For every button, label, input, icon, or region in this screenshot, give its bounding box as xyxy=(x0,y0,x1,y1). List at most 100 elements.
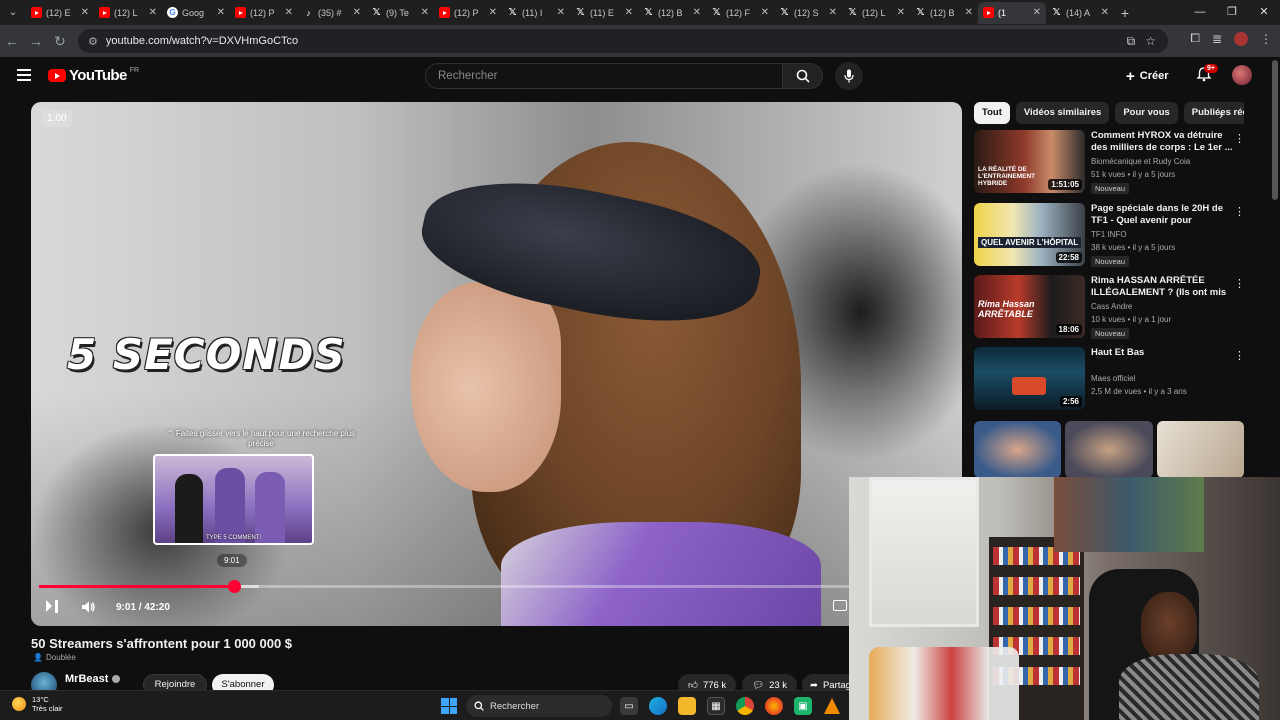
recommendation-channel[interactable]: Cass Andre xyxy=(1091,302,1132,311)
maximize-icon[interactable]: ❐ xyxy=(1216,0,1248,25)
new-tab-button[interactable]: + xyxy=(1114,5,1136,21)
recommendation-item[interactable]: Rima Hassan ARRÊTABLE 18:06 Rima HASSAN … xyxy=(974,275,1245,339)
create-button[interactable]: + Créer xyxy=(1126,64,1169,88)
chevron-right-icon[interactable]: › xyxy=(1219,108,1223,122)
video-thumbnail[interactable]: QUEL AVENIR L'HÔPITAL 22:58 xyxy=(974,203,1085,266)
tab-close-icon[interactable]: ✕ xyxy=(149,7,157,18)
play-icon[interactable] xyxy=(46,600,58,613)
windows-start-icon[interactable] xyxy=(441,698,457,714)
tab-close-icon[interactable]: ✕ xyxy=(1101,7,1109,18)
edge-icon[interactable] xyxy=(649,697,667,715)
tab-close-icon[interactable]: ✕ xyxy=(625,7,633,18)
search-input[interactable]: Rechercher xyxy=(425,63,783,89)
address-bar[interactable]: ⚙ youtube.com/watch?v=DXVHmGoCTco ⧉ ☆ xyxy=(78,29,1168,53)
recommendation-title[interactable]: Haut Et Bas xyxy=(1091,347,1233,359)
page-scrollbar[interactable] xyxy=(1272,60,1278,200)
channel-name[interactable]: MrBeast xyxy=(65,673,121,685)
browser-tab[interactable]: (1 ✕ xyxy=(978,1,1046,24)
subtitles-icon[interactable] xyxy=(833,600,847,611)
install-app-icon[interactable]: ⧉ xyxy=(1127,34,1136,49)
vlc-icon[interactable] xyxy=(823,697,841,715)
tab-close-icon[interactable]: ✕ xyxy=(761,7,769,18)
browser-tab[interactable]: 𝕏 (14) A ✕ xyxy=(1046,2,1114,24)
browser-tab[interactable]: (12) E ✕ xyxy=(26,2,94,24)
recommendation-item[interactable]: QUEL AVENIR L'HÔPITAL 22:58 Page spécial… xyxy=(974,203,1245,267)
tab-close-icon[interactable]: ✕ xyxy=(489,7,497,18)
weather-widget[interactable]: 13°C Très clair xyxy=(12,695,63,713)
browser-menu-icon[interactable]: ⋮ xyxy=(1260,32,1272,46)
tab-close-icon[interactable]: ✕ xyxy=(353,7,361,18)
browser-tab[interactable]: (12) L ✕ xyxy=(94,2,162,24)
volume-icon[interactable] xyxy=(80,599,96,615)
bookmark-star-icon[interactable]: ☆ xyxy=(1145,34,1156,48)
recommendation-item[interactable]: LA RÉALITÉ DE L'ENTRAINEMENT HYBRIDE 1:5… xyxy=(974,130,1245,194)
chip-for-you[interactable]: Pour vous xyxy=(1115,102,1178,124)
tab-close-icon[interactable]: ✕ xyxy=(421,7,429,18)
app-icon[interactable]: ▣ xyxy=(794,697,812,715)
tab-close-icon[interactable]: ✕ xyxy=(693,7,701,18)
tab-close-icon[interactable]: ✕ xyxy=(557,7,565,18)
tab-close-icon[interactable]: ✕ xyxy=(81,7,89,18)
profile-avatar[interactable] xyxy=(1234,31,1248,46)
short-thumbnail[interactable] xyxy=(974,421,1062,478)
minimize-icon[interactable]: — xyxy=(1184,0,1216,25)
close-window-icon[interactable]: ✕ xyxy=(1248,0,1280,25)
reading-list-icon[interactable]: ≣ xyxy=(1212,32,1222,46)
browser-tab[interactable]: ♪ (35) # ✕ xyxy=(298,2,366,24)
video-thumbnail[interactable]: 2:56 xyxy=(974,347,1085,410)
more-actions-icon[interactable]: ⋮ xyxy=(1234,277,1245,290)
browser-tab[interactable]: (12) P ✕ xyxy=(434,2,502,24)
back-icon[interactable]: ← xyxy=(0,33,24,49)
tab-close-icon[interactable]: ✕ xyxy=(965,7,973,18)
chip-similar[interactable]: Vidéos similaires xyxy=(1015,102,1110,124)
short-thumbnail[interactable] xyxy=(1065,421,1153,478)
recommendation-channel[interactable]: Biomécanique et Rudy Coia xyxy=(1091,157,1190,166)
tab-close-icon[interactable]: ✕ xyxy=(217,7,225,18)
store-icon[interactable]: ▦ xyxy=(707,697,725,715)
video-thumbnail[interactable]: LA RÉALITÉ DE L'ENTRAINEMENT HYBRIDE 1:5… xyxy=(974,130,1085,193)
more-actions-icon[interactable]: ⋮ xyxy=(1234,349,1245,362)
browser-tab[interactable]: (12) P ✕ xyxy=(230,2,298,24)
chip-all[interactable]: Tout xyxy=(974,102,1010,124)
voice-search-button[interactable] xyxy=(835,62,863,90)
tab-close-icon[interactable]: ✕ xyxy=(285,7,293,18)
browser-tab[interactable]: 𝕏 (9) Te ✕ xyxy=(366,2,434,24)
browser-tab[interactable]: G Goog ✕ xyxy=(162,2,230,24)
menu-icon[interactable] xyxy=(17,69,31,81)
browser-tab[interactable]: 𝕏 (12) B ✕ xyxy=(910,2,978,24)
youtube-logo[interactable]: YouTube FR xyxy=(48,67,139,84)
chrome-icon[interactable] xyxy=(736,697,754,715)
extensions-icon[interactable]: ⧠ xyxy=(1190,31,1200,46)
account-avatar[interactable] xyxy=(1232,65,1252,85)
reload-icon[interactable]: ↻ xyxy=(48,33,72,50)
short-thumbnail[interactable] xyxy=(1156,421,1244,478)
tab-close-icon[interactable]: ✕ xyxy=(829,7,837,18)
video-player[interactable]: 1.00 5 SECONDS ⌃ Faites glisser vers le … xyxy=(31,102,962,626)
task-view-icon[interactable]: ▭ xyxy=(620,697,638,715)
browser-tab[interactable]: 𝕏 (12) F ✕ xyxy=(706,2,774,24)
tab-search-icon[interactable]: ⌄ xyxy=(0,0,26,25)
site-info-icon[interactable]: ⚙ xyxy=(88,35,98,48)
browser-tab[interactable]: 𝕏 (12) L ✕ xyxy=(842,2,910,24)
search-button[interactable] xyxy=(783,63,823,89)
file-explorer-icon[interactable] xyxy=(678,697,696,715)
chip-recent[interactable]: Publiées récemment xyxy=(1183,102,1244,124)
more-actions-icon[interactable]: ⋮ xyxy=(1234,132,1245,145)
recommendation-channel[interactable]: TF1 INFO xyxy=(1091,230,1127,239)
browser-tab[interactable]: 𝕏 (11) I ✕ xyxy=(502,2,570,24)
progress-scrubber-handle[interactable] xyxy=(227,580,241,593)
firefox-icon[interactable] xyxy=(765,697,783,715)
tab-close-icon[interactable]: ✕ xyxy=(897,7,905,18)
recommendation-title[interactable]: Comment HYROX va détruire des milliers d… xyxy=(1091,130,1233,154)
recommendation-title[interactable]: Page spéciale dans le 20H de TF1 - Quel … xyxy=(1091,203,1233,227)
taskbar-search[interactable]: Rechercher xyxy=(466,695,612,717)
recommendation-item[interactable]: 2:56 Haut Et Bas Maes officiel 2,5 M de … xyxy=(974,347,1245,411)
browser-tab[interactable]: 𝕏 (12) S ✕ xyxy=(774,2,842,24)
video-thumbnail[interactable]: Rima Hassan ARRÊTABLE 18:06 xyxy=(974,275,1085,338)
browser-tab[interactable]: 𝕏 (11) E ✕ xyxy=(570,2,638,24)
tab-close-icon[interactable]: ✕ xyxy=(1033,7,1041,18)
more-actions-icon[interactable]: ⋮ xyxy=(1234,205,1245,218)
recommendation-channel[interactable]: Maes officiel xyxy=(1091,374,1135,383)
browser-tab[interactable]: 𝕏 (12) B ✕ xyxy=(638,2,706,24)
recommendation-title[interactable]: Rima HASSAN ARRÊTÉE ILLÉGALEMENT ? (Ils … xyxy=(1091,275,1233,299)
